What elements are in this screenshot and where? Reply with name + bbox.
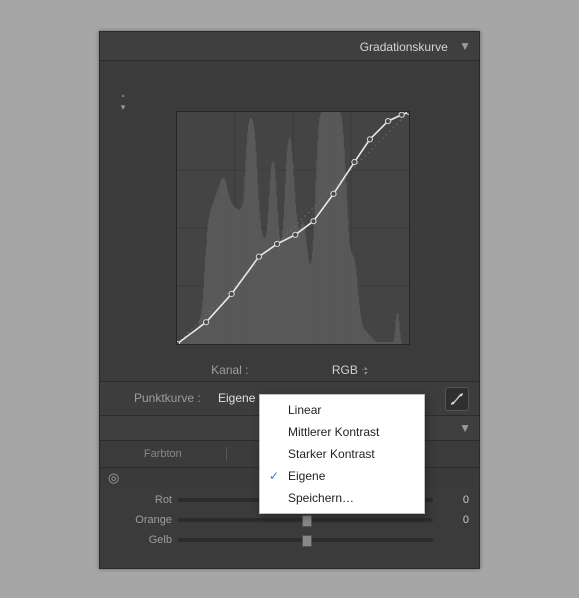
menu-item[interactable]: ✓ Eigene	[260, 465, 424, 487]
slider-thumb[interactable]	[302, 535, 312, 547]
menu-item[interactable]: Linear	[260, 399, 424, 421]
curve-area: ◦ ▾ Kanal : RGB	[100, 61, 479, 381]
slider-label: Gelb	[110, 534, 178, 546]
menu-item-label: Mittlerer Kontrast	[288, 425, 379, 439]
channel-selector[interactable]: RGB	[332, 363, 368, 377]
channel-row: Kanal : RGB	[100, 363, 479, 377]
curve-mode-toggle[interactable]	[445, 387, 469, 411]
channel-label: Kanal :	[211, 363, 248, 377]
slider-value: 0	[433, 494, 469, 506]
slider-track[interactable]	[178, 538, 433, 542]
menu-item[interactable]: Starker Kontrast	[260, 443, 424, 465]
panel-header: Gradationskurve ▼	[100, 32, 479, 61]
slider-label: Orange	[110, 514, 178, 526]
slider-value: 0	[433, 514, 469, 526]
menu-item[interactable]: Speichern…	[260, 487, 424, 509]
menu-item-label: Speichern…	[288, 491, 354, 505]
slider-row: Gelb	[110, 530, 469, 550]
targeted-adjustment-tool[interactable]: ◎	[108, 468, 119, 488]
chevron-down-icon: ▾	[114, 102, 130, 113]
menu-item[interactable]: Mittlerer Kontrast	[260, 421, 424, 443]
menu-item-label: Eigene	[288, 469, 325, 483]
check-icon: ✓	[266, 465, 282, 487]
slider-thumb[interactable]	[302, 515, 312, 527]
collapse-icon[interactable]: ▼	[459, 32, 471, 60]
menu-item-label: Starker Kontrast	[288, 447, 375, 461]
tone-curve-graph[interactable]	[176, 111, 410, 345]
point-curve-label: Punktkurve :	[134, 382, 201, 415]
targeted-adjustment-tool[interactable]: ◦ ▾	[114, 91, 130, 113]
tab-farbton[interactable]: Farbton	[100, 441, 226, 467]
menu-item-label: Linear	[288, 403, 321, 417]
curve-toggle-icon	[450, 392, 464, 406]
panel-title: Gradationskurve	[360, 33, 448, 61]
point-curve-menu: Linear Mittlerer Kontrast Starker Kontrast…	[259, 394, 425, 514]
slider-label: Rot	[110, 494, 178, 506]
tat-icon: ◦	[114, 91, 130, 102]
collapse-icon[interactable]: ▼	[459, 421, 471, 435]
slider-track[interactable]	[178, 518, 433, 522]
